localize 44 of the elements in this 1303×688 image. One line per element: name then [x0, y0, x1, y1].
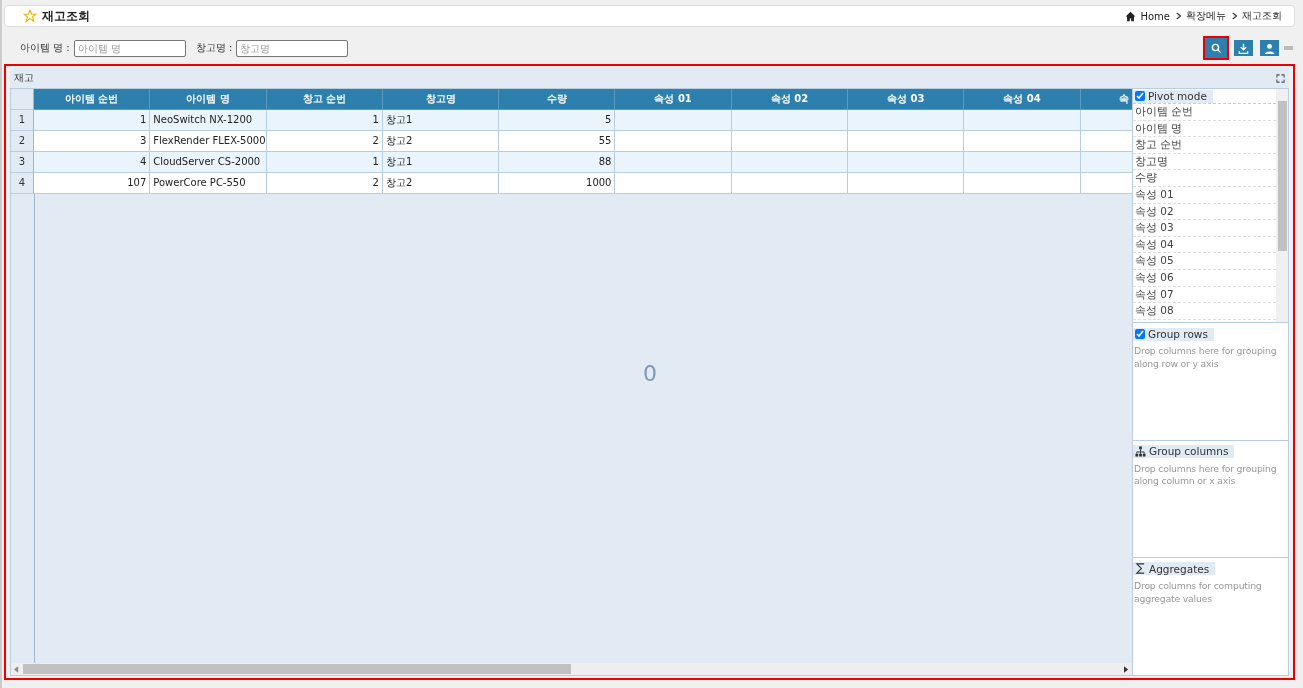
row-number: 3	[11, 152, 34, 173]
search-button[interactable]	[1203, 36, 1229, 60]
table-row[interactable]: 3 4 CloudServer CS-2000 1 창고1 88	[11, 152, 1132, 173]
page-title: 재고조회	[42, 7, 90, 25]
search-icon	[1210, 42, 1222, 54]
table-row[interactable]: 1 1 NeoSwitch NX-1200 1 창고1 5	[11, 110, 1132, 131]
section-header: Aggregates	[1133, 562, 1216, 576]
breadcrumb-link[interactable]: Home	[1140, 10, 1170, 22]
row-count: 0	[643, 361, 657, 386]
input-field[interactable]: 아이템 명	[73, 39, 186, 57]
user-button[interactable]	[1258, 38, 1281, 58]
breadcrumb-link[interactable]: 재고조회	[1242, 9, 1282, 23]
checkbox[interactable]	[1135, 91, 1145, 101]
scrollbar[interactable]	[1276, 89, 1288, 322]
user-icon	[1264, 42, 1275, 54]
group-rows-toggle[interactable]: Group rows	[1133, 327, 1214, 341]
input-field[interactable]: 창고명	[236, 39, 349, 57]
chevron-icon	[1232, 12, 1238, 20]
home-icon	[1125, 10, 1137, 22]
drop-hint: Drop columns here for grouping along row or y axis	[1133, 344, 1278, 371]
scroll-right-icon[interactable]	[1124, 665, 1129, 673]
drop-hint: Drop columns for computing aggregate values	[1133, 579, 1263, 606]
checkbox[interactable]	[1135, 329, 1145, 339]
row-number: 4	[11, 173, 34, 194]
star-icon	[23, 9, 37, 23]
row-number: 1	[11, 110, 34, 131]
row-number: 2	[11, 131, 34, 152]
hierarchy-icon	[1135, 445, 1146, 457]
download-icon	[1238, 42, 1249, 54]
panel-title: 재고	[14, 71, 34, 85]
table-row[interactable]: 4 107 PowerCore PC-550 2 창고2 1000	[11, 173, 1132, 194]
sigma-icon	[1135, 563, 1146, 575]
drop-hint: Drop columns here for grouping along column or x axis	[1133, 461, 1278, 489]
field-label: 창고명 :	[195, 41, 233, 55]
chevron-icon	[1176, 12, 1182, 20]
expand-icon[interactable]	[1276, 73, 1285, 83]
section-header: Group columns	[1133, 444, 1235, 458]
breadcrumb-link[interactable]: 확장메뉴	[1186, 9, 1226, 23]
pivot-mode-toggle[interactable]: Pivot mode	[1133, 89, 1213, 103]
horizontal-scrollbar[interactable]	[11, 663, 1132, 675]
scroll-left-icon[interactable]	[14, 665, 19, 673]
field-label: 아이템 명 :	[20, 41, 70, 55]
download-button[interactable]	[1232, 38, 1255, 58]
table-row[interactable]: 2 3 FlexRender FLEX-5000 2 창고2 55	[11, 131, 1132, 152]
